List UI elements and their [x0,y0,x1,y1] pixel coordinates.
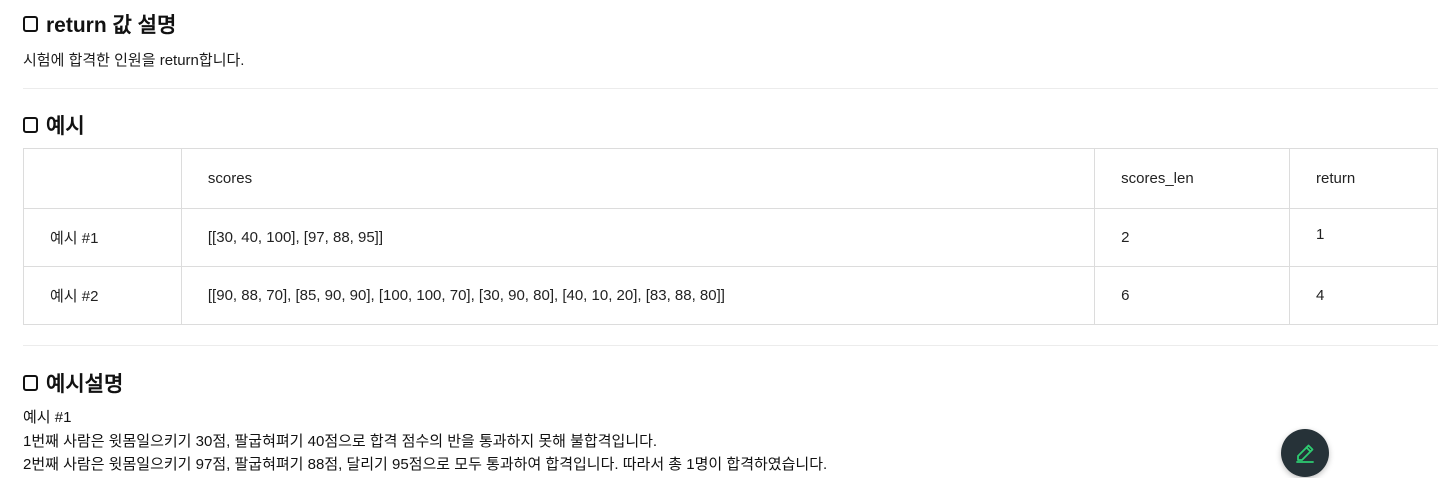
square-icon [23,375,38,391]
example-heading-text: 예시 [46,115,85,138]
return-heading: return 값 설명 [23,9,176,39]
table-cell: [[90, 88, 70], [85, 90, 90], [100, 100, … [180,266,1096,325]
square-icon [23,117,38,133]
example-heading: 예시 [23,110,85,140]
explanation-text: 예시 #1 1번째 사람은 윗몸일으키기 30점, 팔굽혀펴기 40점으로 합격… [23,406,827,477]
table-header-cell: scores_len [1094,148,1291,209]
explanation-heading-text: 예시설명 [46,373,124,396]
table-cell: 예시 #2 [23,266,182,325]
explanation-heading: 예시설명 [23,368,123,398]
table-cell: 예시 #1 [23,208,182,267]
problem-description-page: return 값 설명 시험에 합격한 인원을 return합니다. 예시 sc… [0,0,1445,478]
table-row: 예시 #2 [[90, 88, 70], [85, 90, 90], [100,… [23,266,1438,325]
table-cell: [[30, 40, 100], [97, 88, 95]] [180,208,1096,267]
table-cell: 4 [1289,266,1438,325]
table-header-cell: scores [180,148,1096,209]
table-header-cell [23,148,182,209]
table-header-cell: return [1289,148,1438,209]
table-header-row: scores scores_len return [23,148,1438,209]
explanation-line: 2번째 사람은 윗몸일으키기 97점, 팔굽혀펴기 88점, 달리기 95점으로… [23,456,828,473]
table-row: 예시 #1 [[30, 40, 100], [97, 88, 95]] 2 1 [23,208,1438,267]
example-table: scores scores_len return 예시 #1 [[30, 40,… [23,148,1438,325]
explanation-line: 예시 #1 [23,409,72,426]
square-icon [23,16,38,32]
table-cell: 2 [1094,208,1291,267]
edit-fab-button[interactable] [1281,429,1329,477]
section-divider [23,345,1438,346]
table-cell: 6 [1094,266,1291,325]
section-divider [23,88,1438,89]
return-heading-text: return 값 설명 [46,14,177,37]
pencil-edit-icon [1296,444,1314,463]
explanation-line: 1번째 사람은 윗몸일으키기 30점, 팔굽혀펴기 40점으로 합격 점수의 반… [23,432,658,450]
table-cell: 1 [1289,208,1438,267]
return-description: 시험에 합격한 인원을 return합니다. [23,52,245,69]
